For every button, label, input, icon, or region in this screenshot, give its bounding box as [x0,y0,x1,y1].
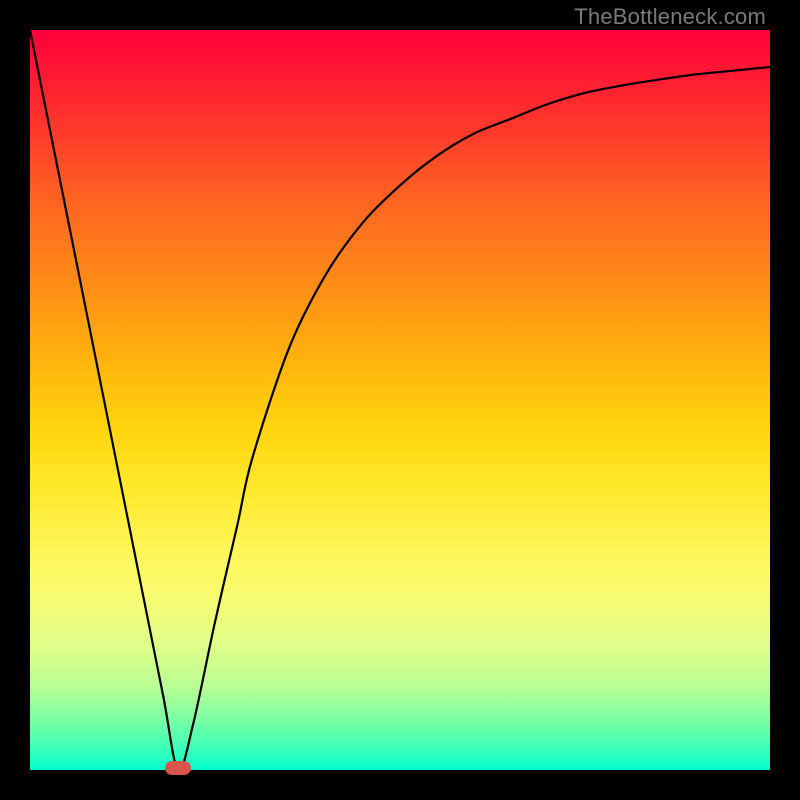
bottleneck-curve [30,30,770,770]
optimal-point-marker [165,761,191,775]
plot-area [30,30,770,770]
watermark-text: TheBottleneck.com [574,4,766,30]
chart-frame: TheBottleneck.com [0,0,800,800]
